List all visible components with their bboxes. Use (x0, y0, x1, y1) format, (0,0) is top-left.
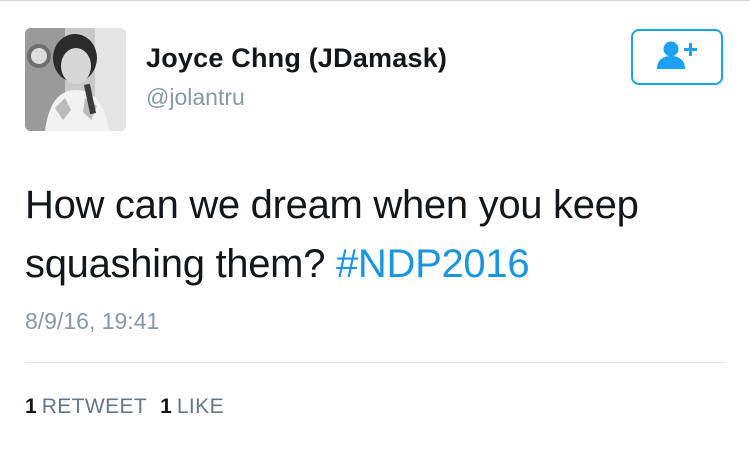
tweet-body: How can we dream when you keep squashing… (25, 183, 639, 286)
follow-button[interactable] (631, 29, 723, 85)
add-user-icon (655, 40, 699, 75)
stats-divider (25, 362, 725, 363)
like-stat[interactable]: 1 LIKE (160, 395, 224, 419)
retweet-stat[interactable]: 1 RETWEET (25, 395, 147, 419)
avatar[interactable] (25, 28, 126, 131)
like-count: 1 (160, 395, 172, 418)
display-name[interactable]: Joyce Chng (JDamask) (146, 43, 447, 74)
top-divider (0, 0, 750, 1)
retweet-label: RETWEET (41, 395, 148, 418)
hashtag-link[interactable]: #NDP2016 (336, 242, 530, 286)
tweet-text: How can we dream when you keep squashing… (25, 176, 715, 294)
user-handle[interactable]: @jolantru (146, 84, 245, 111)
tweet-stats: 1 RETWEET 1 LIKE (25, 395, 237, 419)
avatar-photo (25, 28, 126, 131)
retweet-count: 1 (25, 395, 37, 418)
tweet-timestamp: 8/9/16, 19:41 (25, 308, 160, 334)
like-label: LIKE (176, 395, 224, 418)
